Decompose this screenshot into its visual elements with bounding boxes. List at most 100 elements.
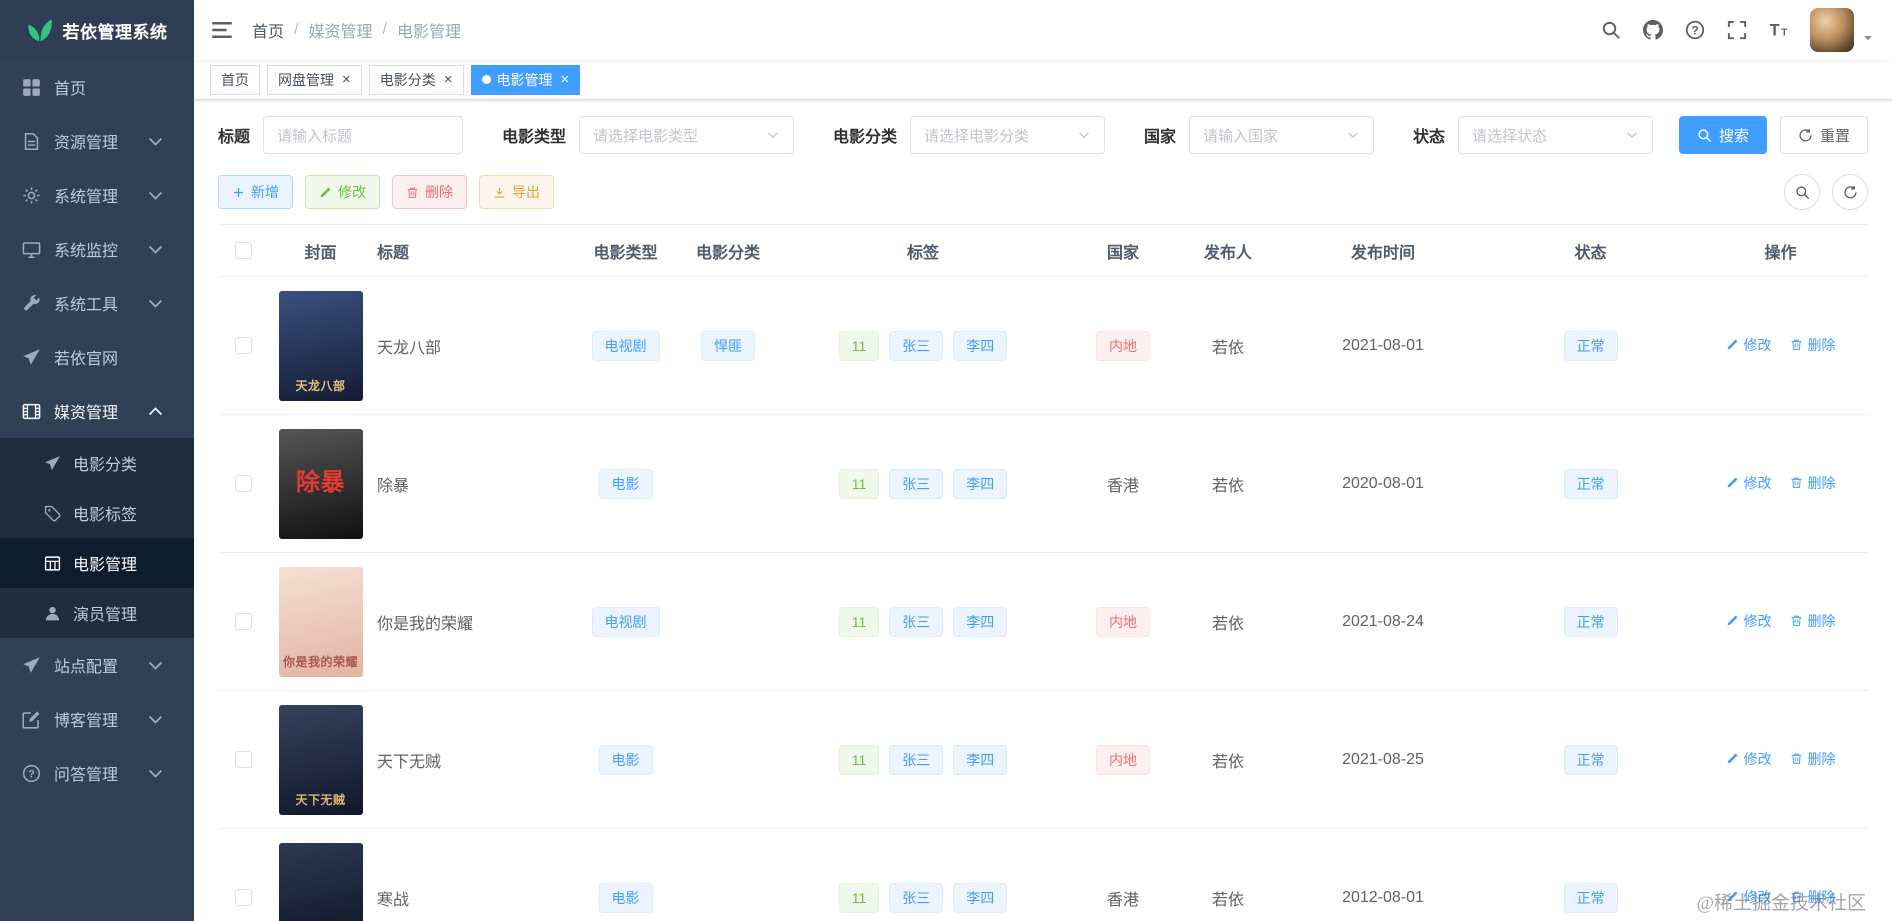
pencil-icon [1726, 338, 1739, 351]
sidebar-item-resource[interactable]: 资源管理 [0, 114, 194, 168]
edit-button[interactable]: 修改 [305, 175, 380, 209]
cover-cell: 你是我的荣耀 [268, 552, 373, 691]
row-edit-link[interactable]: 修改 [1726, 749, 1772, 769]
breadcrumb-item[interactable]: 首页 [252, 18, 284, 42]
table-row: 天下无贼 天下无贼 电影 11 张三 李四 内地 若依 2021-08-25 正常 修改 删除 [218, 690, 1868, 829]
leaf-logo-icon [27, 17, 53, 43]
movie-tags-cell: 11 张三 李四 [778, 828, 1068, 921]
tag-badge: 悍匪 [701, 330, 755, 361]
close-icon[interactable]: × [340, 72, 351, 87]
status-cell: 正常 [1488, 828, 1693, 921]
tab-label: 电影管理 [496, 71, 553, 88]
font-size-button[interactable]: TT [1758, 0, 1800, 60]
tab-电影管理[interactable]: 电影管理 × [470, 64, 581, 95]
status-cell: 正常 [1488, 690, 1693, 829]
column-header: 标签 [778, 224, 1068, 277]
export-button[interactable]: 导出 [479, 175, 554, 209]
sidebar-item-label: 首页 [54, 81, 87, 98]
question-pin-icon: ? [22, 764, 41, 783]
sidebar-item-qa[interactable]: ? 问答管理 [0, 746, 194, 800]
movie-title-cell: 除暴 [373, 414, 573, 553]
placeholder-text: 请输入国家 [1202, 127, 1278, 145]
breadcrumb-item[interactable]: 媒资管理 [308, 18, 372, 42]
close-icon[interactable]: × [559, 72, 570, 87]
add-button[interactable]: 新增 [218, 175, 293, 209]
status-select[interactable]: 请选择状态 [1457, 116, 1653, 154]
title-input[interactable]: 请输入标题 [263, 116, 464, 154]
sidebar-item-actor-manage[interactable]: 演员管理 [0, 588, 194, 638]
row-checkbox[interactable] [234, 336, 252, 354]
header-search-button[interactable] [1590, 0, 1632, 60]
sidebar-item-movie-category[interactable]: 电影分类 [0, 438, 194, 488]
pencil-icon [1726, 476, 1739, 489]
refresh-icon [1843, 185, 1858, 200]
country-cell: 内地 [1068, 690, 1178, 829]
tag-badge: 张三 [889, 882, 944, 913]
sidebar-item-tools[interactable]: 系统工具 [0, 276, 194, 330]
tab-电影分类[interactable]: 电影分类 × [368, 64, 464, 95]
tag-badge: 李四 [953, 744, 1008, 775]
refresh-table-button[interactable] [1832, 174, 1868, 210]
country-select[interactable]: 请输入国家 [1188, 116, 1374, 154]
plus-icon [232, 186, 245, 199]
column-header: 国家 [1068, 224, 1178, 277]
sidebar-item-official-site[interactable]: 若依官网 [0, 330, 194, 384]
row-delete-label: 删除 [1807, 336, 1836, 353]
sidebar-item-movie-tag[interactable]: 电影标签 [0, 488, 194, 538]
movie-type-select[interactable]: 请选择电影类型 [579, 116, 794, 154]
row-edit-link[interactable]: 修改 [1726, 335, 1772, 355]
row-checkbox[interactable] [234, 750, 252, 768]
logo[interactable]: 若依管理系统 [0, 0, 194, 60]
publisher-cell: 若依 [1178, 690, 1278, 829]
row-edit-link[interactable]: 修改 [1726, 611, 1772, 631]
sidebar-item-system[interactable]: 系统管理 [0, 168, 194, 222]
row-select-cell [218, 828, 268, 921]
hamburger-icon[interactable] [210, 18, 234, 42]
row-checkbox[interactable] [234, 888, 252, 906]
trash-icon [1790, 476, 1803, 489]
reset-button[interactable]: 重置 [1779, 116, 1868, 154]
row-delete-link[interactable]: 删除 [1790, 749, 1836, 769]
avatar[interactable] [1810, 8, 1854, 52]
question-circle-icon: ? [1685, 20, 1705, 40]
sidebar-item-monitor[interactable]: 系统监控 [0, 222, 194, 276]
column-header: 状态 [1488, 224, 1693, 277]
row-delete-link[interactable]: 删除 [1790, 611, 1836, 631]
fullscreen-button[interactable] [1716, 0, 1758, 60]
sidebar-item-movie-manage[interactable]: 电影管理 [0, 538, 194, 588]
search-button[interactable]: 搜索 [1678, 116, 1767, 154]
row-delete-link[interactable]: 删除 [1790, 473, 1836, 493]
sidebar-item-home[interactable]: 首页 [0, 60, 194, 114]
select-all-checkbox[interactable] [234, 241, 252, 259]
cover-title: 你是我的荣耀 [282, 655, 358, 670]
breadcrumb: 首页 / 媒资管理 / 电影管理 [252, 18, 461, 42]
table-row: COLDWAR寒战电影11张三李四香港若依2012-08-01正常修改删除 [218, 828, 1868, 921]
sidebar-item-media[interactable]: 媒资管理 [0, 384, 194, 438]
row-delete-link[interactable]: 删除 [1790, 335, 1836, 355]
tag-badge: 11 [838, 606, 880, 637]
sidebar-item-blog[interactable]: 博客管理 [0, 692, 194, 746]
close-icon[interactable]: × [442, 72, 453, 87]
trash-icon [1790, 338, 1803, 351]
active-tab-dot [481, 75, 491, 84]
movie-title-cell: 你是我的荣耀 [373, 552, 573, 691]
chevron-down-icon[interactable] [1862, 32, 1874, 44]
github-button[interactable] [1632, 0, 1674, 60]
tag-badge: 李四 [953, 606, 1008, 637]
help-button[interactable]: ? [1674, 0, 1716, 60]
navbar-right: ? TT [1590, 0, 1874, 60]
tab-首页[interactable]: 首页 [210, 64, 260, 95]
tag-badge: 11 [838, 468, 880, 499]
row-checkbox[interactable] [234, 474, 252, 492]
font-size-icon: TT [1769, 20, 1789, 40]
tag-badge: 电影 [598, 882, 653, 913]
gear-icon [22, 186, 41, 205]
delete-button[interactable]: 删除 [392, 175, 467, 209]
sidebar-item-site-config[interactable]: 站点配置 [0, 638, 194, 692]
row-checkbox[interactable] [234, 612, 252, 630]
toggle-search-button[interactable] [1784, 174, 1820, 210]
movie-category-select[interactable]: 请选择电影分类 [909, 116, 1105, 154]
cover-cell: 除暴 [268, 414, 373, 553]
row-edit-link[interactable]: 修改 [1726, 473, 1772, 493]
tab-网盘管理[interactable]: 网盘管理 × [267, 64, 362, 95]
